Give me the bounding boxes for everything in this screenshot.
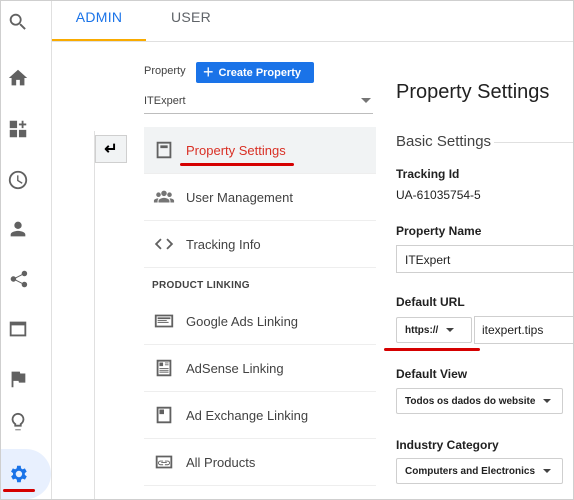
property-nav: Property Settings User Management Tracki… xyxy=(144,127,376,486)
section-product-linking: PRODUCT LINKING xyxy=(152,280,250,291)
tracking-id-value: UA-61035754-5 xyxy=(396,188,481,202)
default-url-label: Default URL xyxy=(396,295,465,309)
nav-item-label: Google Ads Linking xyxy=(186,313,299,329)
page-icon xyxy=(152,138,176,162)
nav-item-all-products[interactable]: All Products xyxy=(144,439,376,486)
create-property-label: Create Property xyxy=(218,66,302,79)
property-label: Property xyxy=(144,65,186,77)
nav-item-label: Tracking Info xyxy=(186,236,261,252)
annotation-underline xyxy=(180,163,294,166)
customization-icon[interactable] xyxy=(1,112,35,146)
back-arrow-icon[interactable]: ↵ xyxy=(95,135,127,163)
protocol-value: https:// xyxy=(405,324,439,336)
nav-item-user-management[interactable]: User Management xyxy=(144,174,376,221)
nav-item-google-ads-linking[interactable]: Google Ads Linking xyxy=(144,298,376,345)
annotation-underline xyxy=(384,348,480,351)
left-rail xyxy=(1,1,52,499)
nav-item-label: AdSense Linking xyxy=(186,360,284,376)
divider xyxy=(494,142,573,143)
section-title: Basic Settings xyxy=(396,133,492,150)
chevron-down-icon xyxy=(446,328,455,332)
tracking-id-label: Tracking Id xyxy=(396,167,460,181)
nav-item-label: Property Settings xyxy=(186,142,286,158)
ads-icon xyxy=(152,309,176,333)
protocol-select[interactable]: https:// xyxy=(396,317,472,343)
chevron-down-icon xyxy=(543,399,552,403)
nav-item-label: User Management xyxy=(186,189,293,205)
nav-item-label: All Products xyxy=(186,454,256,470)
nav-item-adsense-linking[interactable]: AdSense Linking xyxy=(144,345,376,392)
behavior-icon[interactable] xyxy=(1,312,35,346)
home-icon[interactable] xyxy=(1,61,35,95)
page-title: Property Settings xyxy=(396,81,550,103)
clock-icon[interactable] xyxy=(1,163,35,197)
property-name-label: Property Name xyxy=(396,224,482,238)
default-view-select[interactable]: Todos os dados do website xyxy=(396,388,563,414)
people-icon xyxy=(152,185,176,209)
flag-icon[interactable] xyxy=(1,362,35,396)
acquisition-icon[interactable] xyxy=(1,262,35,296)
adsense-icon xyxy=(152,356,176,380)
default-view-label: Default View xyxy=(396,367,468,381)
create-property-button[interactable]: + Create Property xyxy=(196,62,314,83)
code-icon xyxy=(152,232,176,256)
annotation-underline xyxy=(3,489,35,492)
nav-item-ad-exchange-linking[interactable]: Ad Exchange Linking xyxy=(144,392,376,439)
property-select-value: ITExpert xyxy=(144,95,186,107)
chevron-down-icon xyxy=(543,469,552,473)
url-value: itexpert.tips xyxy=(482,323,544,337)
gear-icon[interactable] xyxy=(1,457,35,491)
industry-category-label: Industry Category xyxy=(396,438,499,452)
nav-item-property-settings[interactable]: Property Settings xyxy=(144,127,376,174)
tab-bar: ADMIN USER xyxy=(52,1,573,42)
plus-icon: + xyxy=(203,61,214,82)
adexchange-icon xyxy=(152,403,176,427)
chevron-down-icon xyxy=(361,98,371,103)
person-icon[interactable] xyxy=(1,212,35,246)
app-window: ADMIN USER ↵ Property + Create Property … xyxy=(0,0,574,500)
nav-item-label: Ad Exchange Linking xyxy=(186,407,309,423)
collapse-column: ↵ xyxy=(94,131,139,499)
tab-user[interactable]: USER xyxy=(146,1,236,39)
nav-item-tracking-info[interactable]: Tracking Info xyxy=(144,221,376,268)
link-icon xyxy=(152,450,176,474)
search-icon[interactable] xyxy=(1,5,35,39)
lightbulb-icon[interactable] xyxy=(1,405,35,439)
tab-admin[interactable]: ADMIN xyxy=(52,1,146,41)
default-view-value: Todos os dados do website xyxy=(405,395,536,407)
industry-category-select[interactable]: Computers and Electronics xyxy=(396,458,563,484)
industry-category-value: Computers and Electronics xyxy=(405,465,536,477)
property-name-input[interactable]: ITExpert xyxy=(396,245,573,273)
property-select[interactable]: ITExpert xyxy=(144,95,373,114)
